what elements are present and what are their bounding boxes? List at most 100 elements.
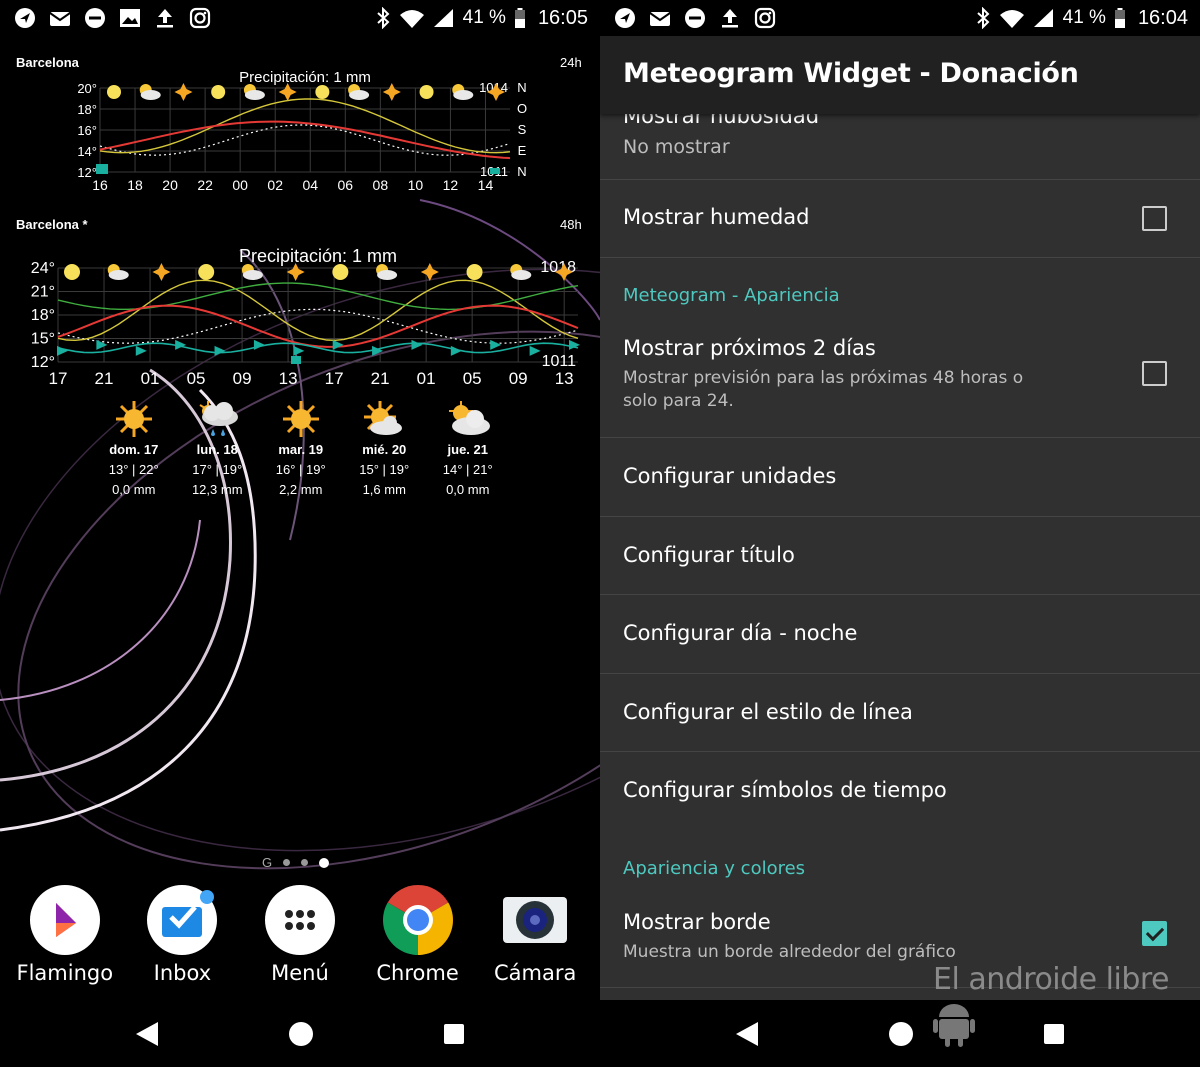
day-forecast: lun. 18 17° | 19° 12,3 mm [176,398,260,500]
app-drawer-icon[interactable] [264,885,335,955]
border-checkbox[interactable] [1142,921,1167,946]
x-tick-label: 20 [162,177,178,193]
signal-icon [1033,9,1053,27]
widget-range: 24h [560,55,582,70]
battery-percent: 41 % [462,7,506,28]
chrome-icon[interactable] [382,885,453,955]
mail-icon [649,12,671,26]
wind-marker [411,339,423,350]
flamingo-icon[interactable] [29,885,100,955]
setting-show-humidity[interactable]: Mostrar humedad [600,180,1200,258]
day-rain: 12,3 mm [191,482,243,497]
page-title: Meteogram Widget - Donación [623,58,1079,89]
wind-marker [253,339,265,350]
do-not-disturb-icon [685,8,705,28]
setting-show-cloudiness[interactable]: Mostrar nubosidad No mostrar [600,114,1200,180]
x-tick-label: 06 [338,177,354,193]
app-drawer[interactable]: Menú [245,885,355,985]
y-tick-label: 20° [77,81,97,96]
y-tick-label: 24° [31,260,55,277]
wind-marker [214,345,226,356]
page-dot-active[interactable] [319,857,330,868]
day-name: jue. 21 [447,442,488,457]
battery-icon [514,8,525,28]
app-flamingo[interactable]: Flamingo [10,885,120,985]
day-rain: 0,0 mm [446,482,490,497]
inbox-icon[interactable] [147,885,218,955]
setting-summary: No mostrar [623,136,730,158]
x-tick-label: 05 [463,369,482,388]
humidity-checkbox[interactable] [1142,206,1167,231]
mail-icon [49,12,71,26]
menu-item[interactable]: Configurar título [600,517,1200,595]
sun-symbol-icon [315,85,330,99]
menu-item[interactable]: Configurar el estilo de línea [600,674,1200,752]
upload-icon [157,9,173,28]
home-icon[interactable] [288,1021,314,1047]
day-name: mar. 19 [278,442,324,457]
wind-marker [175,339,187,350]
menu-item[interactable]: Configurar símbolos de tiempo [600,752,1200,842]
sun-symbol-icon [198,264,215,280]
wind-marker [293,345,305,356]
day-forecast: jue. 21 14° | 21° 0,0 mm [426,398,510,500]
y-tick-label: 18° [31,307,55,324]
setting-next-two-days[interactable]: Mostrar próximos 2 días Mostrar previsió… [600,314,1200,438]
menu-item[interactable]: Configurar día - noche [600,595,1200,674]
sun-symbol-icon [64,264,80,280]
signal-icon [433,9,453,27]
x-tick-label: 13 [555,369,574,388]
instagram-icon [754,7,776,29]
app-label: Chrome [376,961,459,985]
page-indicator[interactable]: G [262,855,330,870]
app-label: Menú [271,961,329,985]
cloud-symbol-icon [453,90,474,100]
sun-cloud-icon [343,398,427,440]
widget-range: 48h [560,217,582,232]
recents-icon[interactable] [442,1022,466,1046]
x-tick-label: 04 [302,177,318,193]
google-page-indicator[interactable]: G [262,855,272,870]
category-meteogram-appearance: Meteogram - Apariencia [623,285,840,306]
day-temps: 14° | 21° [442,462,493,477]
next-two-days-checkbox[interactable] [1142,361,1167,386]
y-tick-label: 12° [77,165,97,180]
x-tick-label: 10 [408,177,424,193]
humidity-line [99,98,511,154]
day-name: lun. 18 [196,442,238,457]
cloud-symbol-icon [377,270,398,280]
wind-direction-label: N [517,164,526,179]
daily-forecast: dom. 17 13° | 22° 0,0 mm lun. 18 17° | 1… [92,398,510,500]
status-bar: 41 % 16:05 [0,0,600,36]
x-tick-label: 14 [478,177,494,193]
app-label: Inbox [153,961,212,985]
watermark-text: El androide libre [933,962,1170,997]
app-chrome[interactable]: Chrome [363,885,473,985]
camera-icon[interactable] [500,885,570,955]
x-tick-label: 12 [443,177,459,193]
x-tick-label: 00 [232,177,248,193]
back-icon[interactable] [134,1020,160,1048]
page-dot[interactable] [301,859,309,866]
menu-item-label: Configurar título [623,543,795,567]
precipitation-label: Precipitación: 1 mm [239,69,371,86]
setting-title: Mostrar próximos 2 días [623,336,876,360]
day-name: mié. 20 [362,442,407,457]
app-label: Flamingo [16,961,114,985]
wind-direction-label: E [518,143,527,158]
watermark: El androide libre [933,962,1200,1047]
cloud-symbol-icon [140,90,161,100]
x-tick-label: 09 [509,369,528,388]
back-icon[interactable] [734,1020,760,1048]
y-tick-label: 16° [77,123,97,138]
menu-item[interactable]: Configurar unidades [600,438,1200,517]
settings-list[interactable]: Mostrar nubosidad No mostrar Mostrar hum… [600,114,1200,1000]
home-icon[interactable] [888,1021,914,1047]
setting-summary: Muestra un borde alrededor del gráfico [623,942,956,962]
sun-symbol-icon [419,85,434,99]
day-forecast: mar. 19 16° | 19° 2,2 mm [259,398,343,500]
app-inbox[interactable]: Inbox [127,885,237,985]
app-camera[interactable]: Cámara [480,885,590,985]
x-tick-label: 17 [49,369,68,388]
page-dot[interactable] [283,859,291,866]
